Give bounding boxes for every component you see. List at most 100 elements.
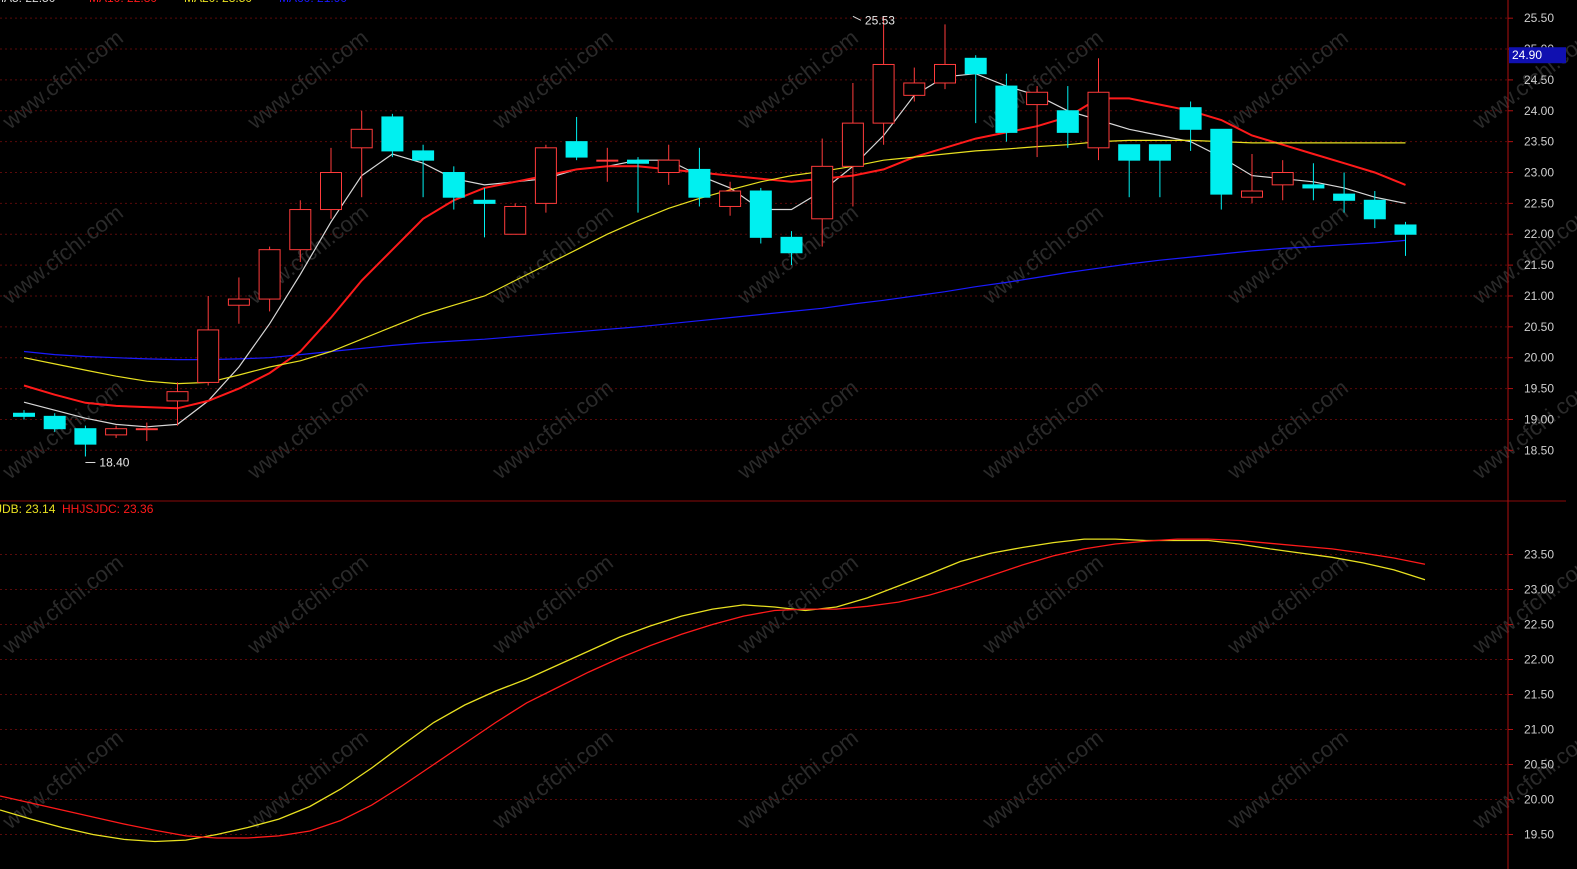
candle-body	[381, 116, 404, 152]
candle	[1179, 101, 1202, 151]
candle	[903, 67, 926, 102]
candle	[719, 181, 742, 216]
y-tick-label: 22.50	[1524, 618, 1554, 632]
candle	[135, 422, 158, 442]
legend-item: MA20: 23.50	[184, 0, 252, 5]
candle	[841, 82, 864, 207]
y-tick-label: 22.00	[1524, 653, 1554, 667]
y-tick-label: 19.50	[1524, 828, 1554, 842]
watermark-text: www.cfchi.com	[0, 200, 128, 310]
watermark-layer: www.cfchi.com www.cfchi.com www.cfchi.com w…	[0, 25, 1577, 835]
y-tick-label: 25.50	[1524, 11, 1554, 25]
candle-body	[412, 150, 435, 161]
candle-body	[749, 190, 772, 238]
candle	[227, 277, 250, 324]
watermark-text: www.cfchi.com	[1467, 725, 1577, 835]
ma-line-yellow	[23, 139, 1406, 385]
candle-body	[841, 122, 864, 167]
stock-chart: www.cfchi.com www.cfchi.com www.cfchi.com w…	[0, 0, 1577, 869]
candle-body	[1302, 184, 1325, 189]
candle-body	[719, 190, 742, 207]
candle-body	[995, 85, 1018, 133]
candle-body	[534, 147, 557, 204]
candle-body	[1241, 190, 1263, 198]
watermark-text: www.cfchi.com	[487, 725, 618, 835]
candle-body	[1271, 172, 1294, 186]
y-tick-label: 20.00	[1524, 793, 1554, 807]
watermark-text: www.cfchi.com	[242, 375, 373, 485]
candle-body	[934, 63, 956, 84]
annotation-low-label: 18.40	[99, 455, 129, 469]
candle-body	[688, 168, 711, 198]
indicator-legend-item: JDB: 23.14	[0, 502, 56, 516]
candle-body	[74, 428, 97, 445]
candle-body	[227, 298, 250, 306]
candle-body	[964, 57, 987, 75]
candle	[74, 425, 97, 457]
candle-body	[657, 159, 680, 174]
y-tick-label: 20.50	[1524, 758, 1554, 772]
candle-body	[1148, 144, 1171, 161]
candle-body	[1179, 107, 1202, 130]
candle-body	[197, 329, 220, 383]
candle	[1241, 153, 1263, 204]
watermark-text: www.cfchi.com	[0, 725, 128, 835]
candle-body	[1056, 110, 1079, 133]
candle	[565, 116, 588, 161]
candle	[43, 413, 66, 432]
candle	[412, 144, 435, 198]
candle	[504, 203, 527, 235]
candle-body	[1210, 128, 1233, 195]
candle-body	[811, 165, 834, 220]
indicator-legend-item: HHJSJDC: 23.36	[62, 502, 154, 516]
candle-body	[135, 428, 158, 431]
candle	[934, 24, 956, 90]
candle	[657, 144, 680, 185]
candle	[381, 113, 404, 158]
candle-body	[627, 159, 649, 164]
watermark-text: www.cfchi.com	[487, 375, 618, 485]
candle	[688, 147, 711, 207]
watermark-text: www.cfchi.com	[1467, 375, 1577, 485]
candle-body	[320, 172, 342, 211]
y-tick-label: 19.50	[1524, 382, 1554, 396]
y-tick-label: 23.00	[1524, 166, 1554, 180]
candle-body	[43, 415, 66, 430]
candle-body	[903, 82, 926, 96]
candle	[13, 410, 35, 420]
candle-body	[1087, 91, 1110, 149]
current-price-label: 24.90	[1512, 48, 1542, 62]
watermark-text: www.cfchi.com	[977, 550, 1108, 660]
candle	[350, 110, 373, 198]
legend-item: MA60: 21.90	[279, 0, 347, 5]
watermark-text: www.cfchi.com	[242, 550, 373, 660]
watermark-text: www.cfchi.com	[1222, 200, 1353, 310]
candles-layer	[13, 16, 1417, 457]
candle-body	[596, 159, 619, 162]
y-tick-label: 22.00	[1524, 227, 1554, 241]
indicator-panel	[0, 538, 1426, 843]
watermark-text: www.cfchi.com	[1467, 200, 1577, 310]
y-tick-label: 21.50	[1524, 258, 1554, 272]
y-tick-label: 23.00	[1524, 583, 1554, 597]
candle	[1394, 221, 1417, 256]
candle-body	[780, 236, 803, 254]
watermark-text: www.cfchi.com	[487, 550, 618, 660]
candle	[473, 187, 496, 238]
y-tick-label: 21.50	[1524, 688, 1554, 702]
y-tick-label: 20.50	[1524, 320, 1554, 334]
candle	[1056, 86, 1079, 148]
candle	[1148, 144, 1171, 198]
candle-body	[1394, 224, 1417, 235]
candle	[1118, 144, 1141, 198]
y-tick-label: 19.00	[1524, 412, 1554, 426]
candle-body	[473, 199, 496, 204]
watermark-text: www.cfchi.com	[1467, 550, 1577, 660]
annotation-high-label: 25.53	[865, 13, 895, 27]
candle	[1210, 128, 1233, 210]
candle	[749, 187, 772, 244]
watermark-text: www.cfchi.com	[977, 375, 1108, 485]
watermark-text: www.cfchi.com	[977, 200, 1108, 310]
candle-body	[1026, 91, 1049, 106]
candle-body	[350, 128, 373, 149]
